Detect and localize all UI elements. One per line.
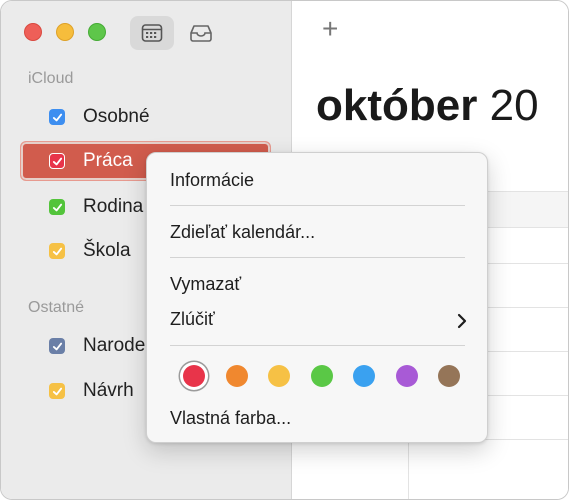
menu-item-delete[interactable]: Vymazať (170, 274, 241, 295)
calendar-context-menu: Informácie Zdieľať kalendár... Vymazať Z… (146, 152, 488, 443)
calendar-checkbox[interactable] (49, 109, 65, 125)
calendar-window: iCloud Osobné Práca Rodina Škola Ostatné… (0, 0, 569, 500)
calendar-item-narodeniny[interactable]: Narode (49, 333, 145, 359)
calendar-checkbox[interactable] (49, 338, 65, 354)
month-name: október (316, 81, 478, 130)
menu-separator (170, 345, 465, 346)
calendar-label: Návrh (83, 380, 134, 401)
add-event-button[interactable]: + (322, 13, 338, 45)
checkmark-icon (52, 342, 62, 350)
checkmark-icon (52, 247, 62, 255)
inbox-icon (190, 25, 212, 42)
menu-separator (170, 257, 465, 258)
year-text: 20 (489, 81, 539, 130)
calendar-item-osobne[interactable]: Osobné (49, 104, 150, 130)
calendar-label: Škola (83, 240, 131, 261)
menu-item-custom-color[interactable]: Vlastná farba... (170, 408, 291, 429)
minimize-window-button[interactable] (56, 23, 74, 41)
other-section-header: Ostatné (28, 299, 85, 316)
menu-separator (170, 205, 465, 206)
calendar-item-praca[interactable]: Práca (49, 148, 133, 174)
month-title: október 20 (316, 81, 539, 131)
color-swatch[interactable] (395, 365, 418, 387)
calendar-checkbox[interactable] (49, 243, 65, 259)
close-window-button[interactable] (24, 23, 42, 41)
inbox-button[interactable] (179, 16, 223, 50)
checkmark-icon (52, 113, 62, 121)
calendar-item-rodina[interactable]: Rodina (49, 194, 143, 220)
calendar-label: Osobné (83, 106, 150, 127)
checkmark-icon (52, 157, 62, 165)
calendar-label: Práca (83, 150, 133, 171)
calendar-label: Narode (83, 335, 146, 356)
calendar-icon (141, 24, 163, 42)
menu-item-info[interactable]: Informácie (170, 170, 254, 191)
color-swatch[interactable] (353, 365, 375, 387)
calendar-checkbox[interactable] (49, 383, 65, 399)
color-swatch[interactable] (268, 365, 290, 387)
checkmark-icon (52, 203, 62, 211)
calendar-item-skola[interactable]: Škola (49, 238, 131, 264)
color-swatch[interactable] (183, 365, 205, 387)
calendar-label: Rodina (83, 196, 144, 217)
zoom-window-button[interactable] (88, 23, 106, 41)
color-swatch[interactable] (310, 365, 333, 387)
calendars-toggle-button[interactable] (130, 16, 174, 50)
icloud-section-header: iCloud (28, 70, 74, 87)
calendar-checkbox[interactable] (49, 199, 65, 215)
menu-item-merge[interactable]: Zlúčiť (170, 309, 215, 330)
menu-item-share-calendar[interactable]: Zdieľať kalendár... (170, 222, 315, 243)
color-swatch[interactable] (438, 365, 460, 387)
color-swatch[interactable] (225, 365, 248, 387)
calendar-item-navrhy[interactable]: Návrh (49, 378, 134, 404)
calendar-checkbox[interactable] (49, 153, 65, 169)
checkmark-icon (52, 387, 62, 395)
chevron-right-icon (457, 313, 467, 334)
